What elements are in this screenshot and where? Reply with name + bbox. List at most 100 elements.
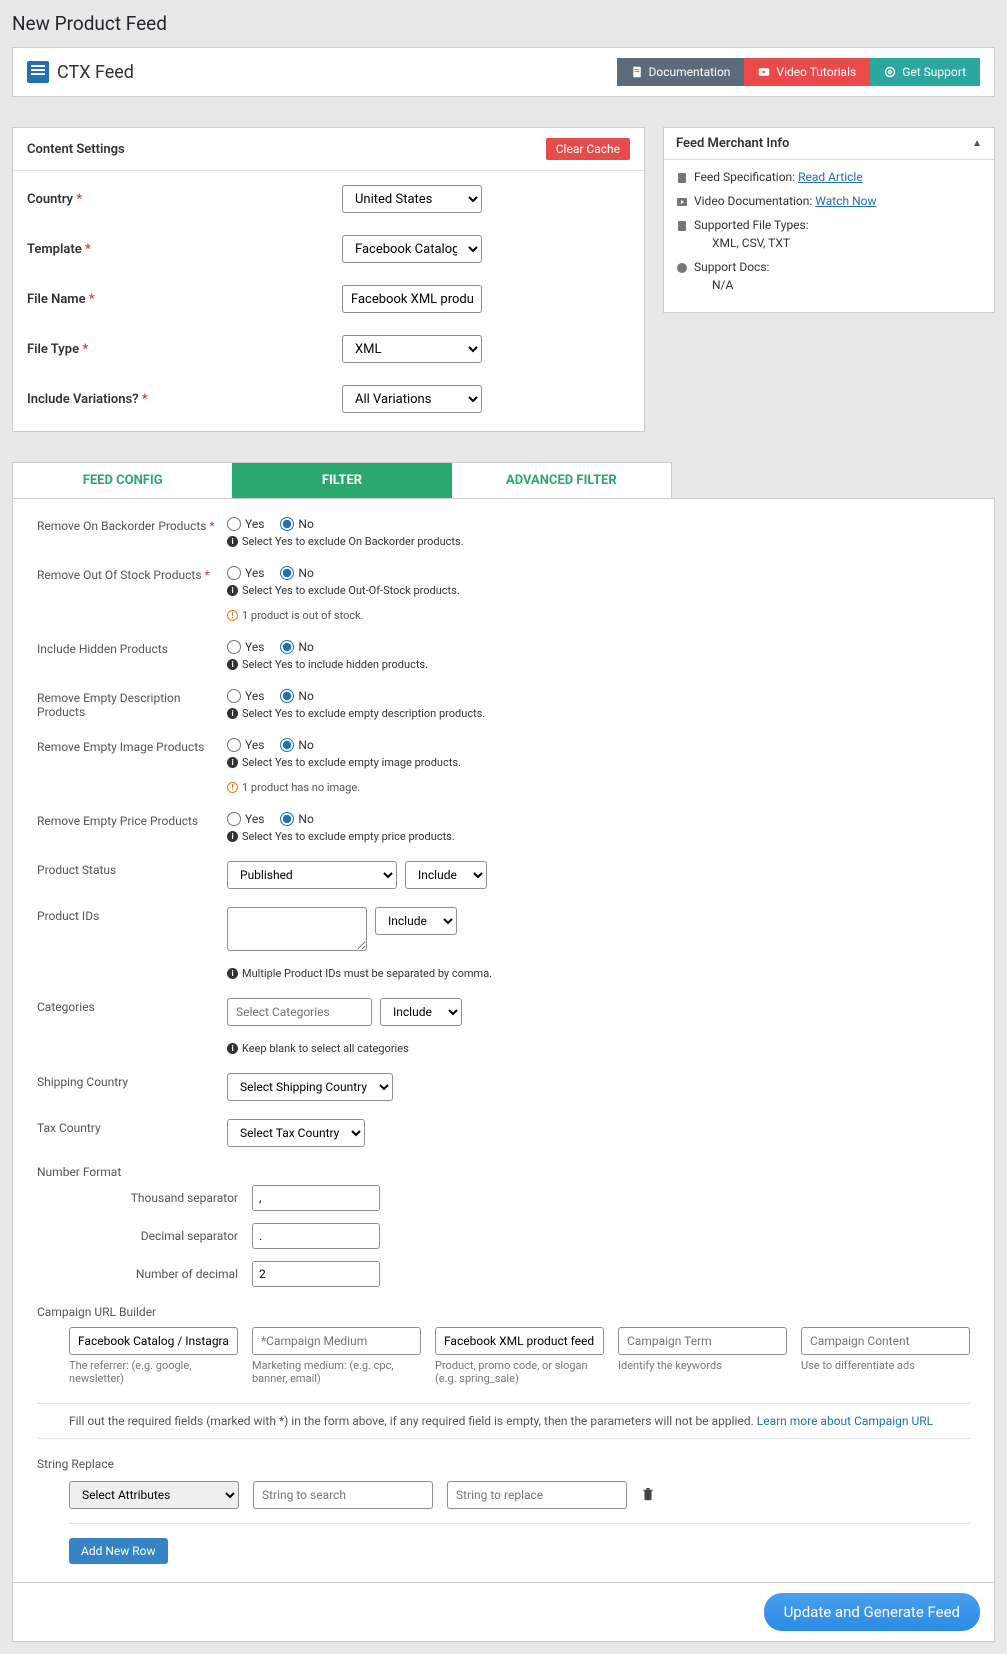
logo-text: CTX Feed — [57, 62, 134, 83]
info-icon: i — [227, 757, 238, 768]
cat-label: Categories — [37, 998, 227, 1014]
product-ids-textarea[interactable] — [227, 907, 367, 951]
youtube-icon — [758, 66, 770, 78]
campaign-medium-hint: Marketing medium: (e.g. cpc, banner, ema… — [252, 1359, 421, 1385]
tab-feed-config[interactable]: FEED CONFIG — [13, 463, 232, 498]
document-icon — [676, 172, 688, 184]
info-icon: i — [227, 708, 238, 719]
tab-advanced-filter[interactable]: ADVANCED FILTER — [452, 463, 671, 498]
decimal-label: Decimal separator — [37, 1229, 252, 1243]
content-settings-card: Content Settings Clear Cache Country * U… — [12, 127, 645, 432]
hidden-label: Include Hidden Products — [37, 640, 227, 656]
required-mark: * — [85, 242, 91, 257]
status-include-select[interactable]: Include — [405, 861, 487, 889]
tabs: FEED CONFIG FILTER ADVANCED FILTER — [12, 462, 672, 498]
outofstock-label: Remove Out Of Stock Products — [37, 568, 202, 582]
numdec-label: Number of decimal — [37, 1267, 252, 1281]
variations-select[interactable]: All Variations — [342, 385, 482, 413]
required-mark: * — [142, 392, 148, 407]
ids-include-select[interactable]: Include — [375, 907, 457, 935]
string-replace-header: String Replace — [37, 1457, 970, 1471]
emptyprice-help: Select Yes to exclude empty price produc… — [242, 830, 455, 843]
hidden-help: Select Yes to include hidden products. — [242, 658, 428, 671]
watch-now-link[interactable]: Watch Now — [815, 194, 876, 208]
backorder-no-radio[interactable] — [280, 517, 294, 531]
emptydesc-help: Select Yes to exclude empty description … — [242, 707, 485, 720]
backorder-yes-radio[interactable] — [227, 517, 241, 531]
thousand-label: Thousand separator — [37, 1191, 252, 1205]
campaign-name-input[interactable] — [435, 1327, 604, 1355]
filename-input[interactable] — [342, 285, 482, 313]
get-support-button[interactable]: Get Support — [870, 58, 980, 86]
emptyprice-yes-radio[interactable] — [227, 812, 241, 826]
campaign-header: Campaign URL Builder — [37, 1305, 970, 1319]
support-label: Support Docs: — [694, 260, 769, 274]
country-select[interactable]: United States — [342, 185, 482, 213]
filetypes-label: Supported File Types: — [694, 218, 809, 232]
string-replace-input[interactable] — [447, 1481, 627, 1509]
emptyimg-no-radio[interactable] — [280, 738, 294, 752]
backorder-help: Select Yes to exclude On Backorder produ… — [242, 535, 464, 548]
clear-cache-button[interactable]: Clear Cache — [546, 138, 630, 160]
emptyimg-yes-radio[interactable] — [227, 738, 241, 752]
campaign-term-input[interactable] — [618, 1327, 787, 1355]
campaign-note: Fill out the required fields (marked wit… — [37, 1403, 970, 1439]
video-tutorials-button[interactable]: Video Tutorials — [744, 58, 870, 86]
read-article-link[interactable]: Read Article — [798, 170, 863, 184]
decimal-input[interactable] — [252, 1223, 380, 1249]
filter-panel: Remove On Backorder Products * Yes No iS… — [12, 498, 995, 1583]
cat-include-select[interactable]: Include — [380, 998, 462, 1026]
update-generate-feed-button[interactable]: Update and Generate Feed — [764, 1593, 980, 1631]
filetype-select[interactable]: XML — [342, 335, 482, 363]
help-icon — [676, 262, 688, 274]
shipping-country-select[interactable]: Select Shipping Country — [227, 1073, 393, 1101]
required-mark: * — [89, 292, 95, 307]
campaign-content-input[interactable] — [801, 1327, 970, 1355]
string-attr-select[interactable]: Select Attributes — [69, 1481, 239, 1509]
filetype-label: File Type — [27, 342, 79, 357]
filename-label: File Name — [27, 292, 86, 307]
string-search-input[interactable] — [253, 1481, 433, 1509]
video-label: Video Documentation: — [694, 194, 812, 208]
campaign-medium-input[interactable] — [252, 1327, 421, 1355]
required-mark: * — [76, 192, 82, 207]
hidden-no-radio[interactable] — [280, 640, 294, 654]
emptydesc-no-radio[interactable] — [280, 689, 294, 703]
categories-input[interactable] — [227, 998, 372, 1026]
documentation-button[interactable]: Documentation — [617, 58, 745, 86]
filetypes-value: XML, CSV, TXT — [712, 236, 809, 250]
outofstock-no-radio[interactable] — [280, 566, 294, 580]
outofstock-yes-radio[interactable] — [227, 566, 241, 580]
tax-country-select[interactable]: Select Tax Country — [227, 1119, 365, 1147]
tab-filter[interactable]: FILTER — [232, 463, 451, 498]
thousand-input[interactable] — [252, 1185, 380, 1211]
status-select[interactable]: Published — [227, 861, 397, 889]
template-select[interactable]: Facebook Catalog / Instagram — [342, 235, 482, 263]
campaign-content-hint: Use to differentiate ads — [801, 1359, 970, 1372]
campaign-name-hint: Product, promo code, or slogan (e.g. spr… — [435, 1359, 604, 1385]
campaign-source-hint: The referrer: (e.g. google, newsletter) — [69, 1359, 238, 1385]
top-card: CTX Feed Documentation Video Tutorials G… — [12, 47, 995, 97]
file-icon — [676, 220, 688, 232]
warning-icon: ! — [227, 610, 238, 621]
support-value: N/A — [712, 278, 769, 292]
emptyimg-warn: 1 product has no image. — [242, 781, 360, 794]
content-settings-title: Content Settings — [27, 142, 125, 157]
campaign-learn-more-link[interactable]: Learn more about Campaign URL — [757, 1414, 933, 1428]
collapse-icon[interactable]: ▲ — [972, 138, 982, 149]
numdec-input[interactable] — [252, 1261, 380, 1287]
play-icon — [676, 196, 688, 208]
vid-label: Video Tutorials — [776, 65, 856, 79]
info-icon: i — [227, 831, 238, 842]
add-new-row-button[interactable]: Add New Row — [69, 1538, 168, 1564]
country-label: Country — [27, 192, 73, 207]
campaign-source-input[interactable] — [69, 1327, 238, 1355]
hidden-yes-radio[interactable] — [227, 640, 241, 654]
emptydesc-yes-radio[interactable] — [227, 689, 241, 703]
number-format-header: Number Format — [37, 1165, 970, 1179]
required-mark: * — [82, 342, 88, 357]
campaign-term-hint: Identify the keywords — [618, 1359, 787, 1372]
trash-icon[interactable] — [641, 1487, 655, 1503]
info-icon: i — [227, 968, 238, 979]
emptyprice-no-radio[interactable] — [280, 812, 294, 826]
